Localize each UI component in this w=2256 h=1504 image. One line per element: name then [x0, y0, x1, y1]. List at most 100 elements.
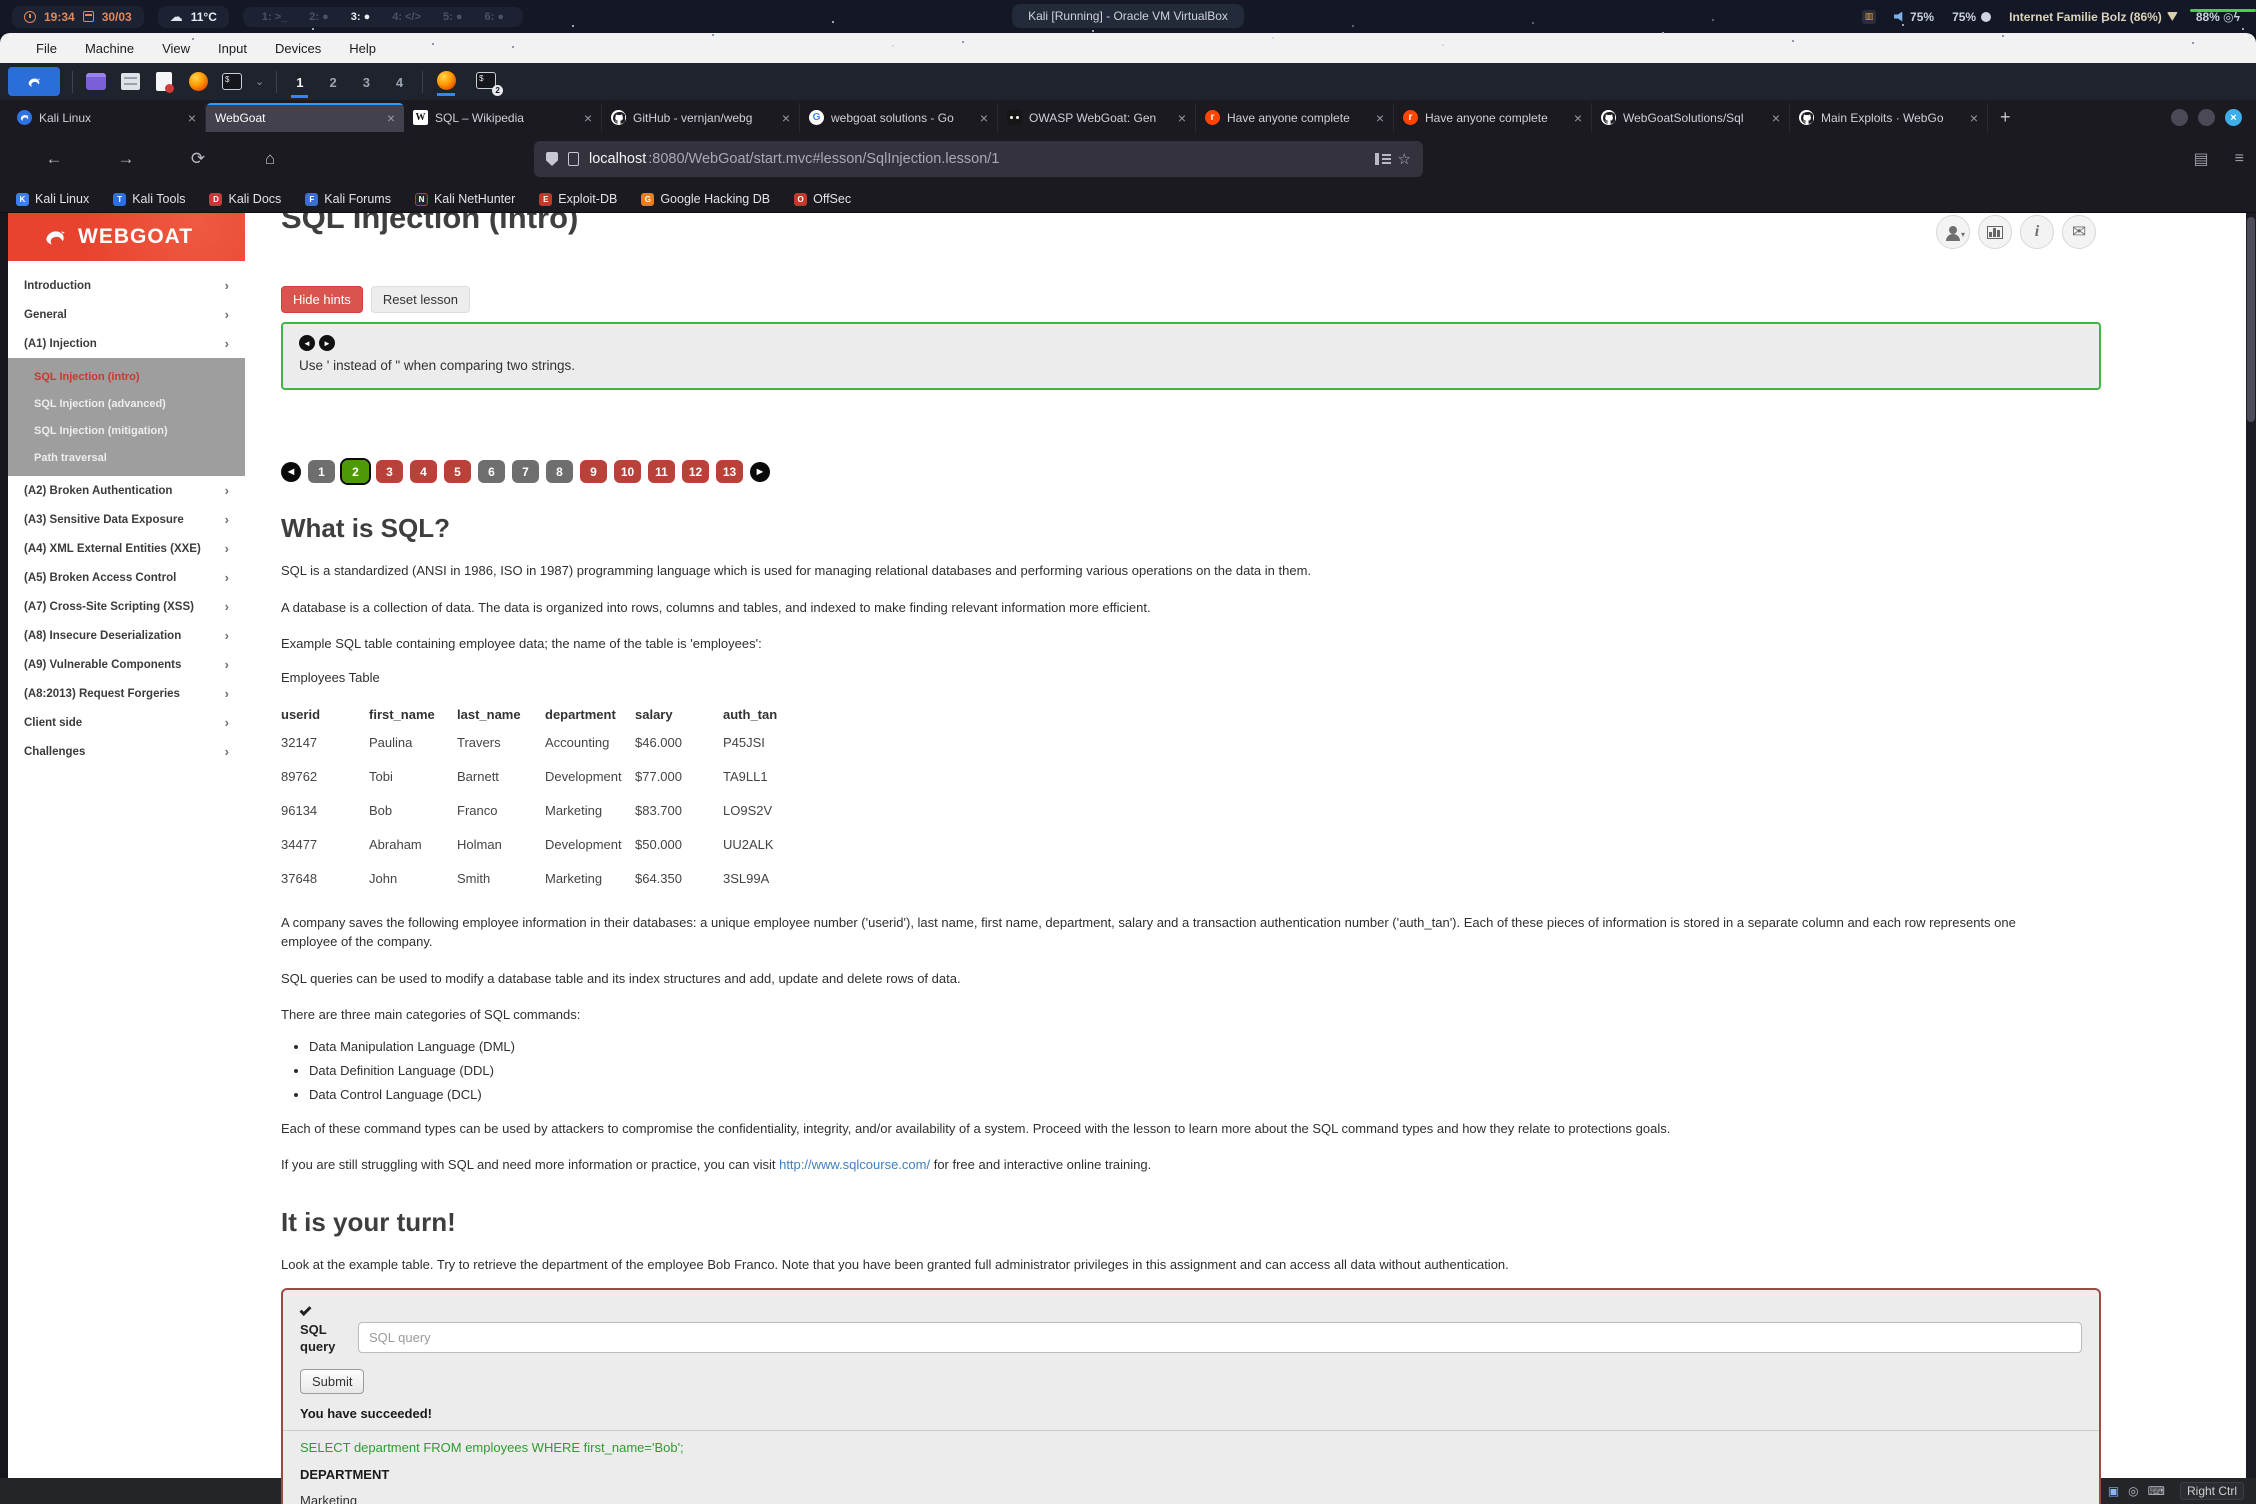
page-button-6[interactable]: 6: [478, 460, 505, 483]
menu-devices[interactable]: Devices: [275, 41, 321, 56]
page-button-10[interactable]: 10: [614, 460, 641, 483]
sidebar-item-introduction[interactable]: Introduction›: [8, 271, 245, 300]
menu-input[interactable]: Input: [218, 41, 247, 56]
tab-github-vernjan[interactable]: GitHub - vernjan/webg ×: [602, 103, 800, 132]
tab-close-icon[interactable]: ×: [584, 110, 592, 126]
sidebar-item-a4-xxe[interactable]: (A4) XML External Entities (XXE)›: [8, 534, 245, 563]
menu-machine[interactable]: Machine: [85, 41, 134, 56]
tab-close-icon[interactable]: ×: [1376, 110, 1384, 126]
tab-github-webgoatsolutions[interactable]: WebGoatSolutions/Sql ×: [1592, 103, 1790, 132]
launcher-document-icon[interactable]: [153, 72, 175, 92]
vm-workspace-2[interactable]: 2: [322, 69, 343, 94]
user-menu-button[interactable]: ▾: [1936, 215, 1970, 249]
kali-applications-button[interactable]: [8, 67, 60, 96]
page-button-2-current[interactable]: 2: [342, 460, 369, 483]
menu-view[interactable]: View: [162, 41, 190, 56]
bookmark-star-icon[interactable]: ☆: [1398, 150, 1411, 168]
tab-kali-linux[interactable]: Kali Linux ×: [8, 103, 206, 132]
minimize-button[interactable]: [2171, 109, 2188, 126]
sidebar-item-general[interactable]: General›: [8, 300, 245, 329]
tab-close-icon[interactable]: ×: [1574, 110, 1582, 126]
forward-button[interactable]: →: [112, 145, 140, 173]
tab-close-icon[interactable]: ×: [1772, 110, 1780, 126]
submenu-path-traversal[interactable]: Path traversal: [8, 444, 245, 471]
submit-button[interactable]: Submit: [300, 1369, 364, 1394]
tab-github-main-exploits[interactable]: Main Exploits · WebGo ×: [1790, 103, 1988, 132]
menu-hamburger-icon[interactable]: ≡: [2235, 150, 2244, 168]
sidebar-item-a1-injection[interactable]: (A1) Injection›: [8, 329, 245, 358]
vm-workspace-3[interactable]: 3: [356, 69, 377, 94]
tab-reddit-1[interactable]: r Have anyone complete ×: [1196, 103, 1394, 132]
new-tab-button[interactable]: +: [1988, 107, 2023, 128]
taskbar-terminal-window[interactable]: $2: [475, 72, 497, 92]
contact-button[interactable]: ✉: [2062, 215, 2096, 249]
tab-close-icon[interactable]: ×: [782, 110, 790, 126]
page-button-12[interactable]: 12: [682, 460, 709, 483]
tab-close-icon[interactable]: ×: [980, 110, 988, 126]
next-page-icon[interactable]: ►: [750, 462, 770, 482]
previous-page-icon[interactable]: ◄: [281, 462, 301, 482]
tab-reddit-2[interactable]: r Have anyone complete ×: [1394, 103, 1592, 132]
launcher-firefox-icon[interactable]: [187, 72, 209, 92]
sqlcourse-link[interactable]: http://www.sqlcourse.com/: [779, 1157, 930, 1172]
sidebar-item-a2-broken-authentication[interactable]: (A2) Broken Authentication›: [8, 476, 245, 505]
page-button-11[interactable]: 11: [648, 460, 675, 483]
maximize-button[interactable]: [2198, 109, 2215, 126]
site-info-icon[interactable]: [568, 152, 579, 166]
sidebar-item-client-side[interactable]: Client side›: [8, 708, 245, 737]
sidebar-item-a82013-request-forgeries[interactable]: (A8:2013) Request Forgeries›: [8, 679, 245, 708]
sidebar-item-a8-insecure-deserialization[interactable]: (A8) Insecure Deserialization›: [8, 621, 245, 650]
launcher-files-icon[interactable]: [119, 72, 141, 92]
tab-close-icon[interactable]: ×: [188, 110, 196, 126]
tracking-protection-shield-icon[interactable]: [546, 152, 558, 166]
host-workspace-5[interactable]: 5: ●: [436, 11, 469, 23]
page-button-5[interactable]: 5: [444, 460, 471, 483]
host-workspace-1[interactable]: 1: >_: [255, 11, 294, 23]
back-button[interactable]: ←: [40, 145, 68, 173]
page-button-1[interactable]: 1: [308, 460, 335, 483]
tab-webgoat-active[interactable]: WebGoat ×: [206, 103, 404, 132]
vm-workspace-1[interactable]: 1: [289, 69, 310, 94]
bookmark-google-hacking-db[interactable]: GGoogle Hacking DB: [641, 192, 770, 206]
page-button-7[interactable]: 7: [512, 460, 539, 483]
bookmark-kali-tools[interactable]: TKali Tools: [113, 192, 185, 206]
tab-close-icon[interactable]: ×: [1178, 110, 1186, 126]
sidebar-item-challenges[interactable]: Challenges›: [8, 737, 245, 766]
next-hint-icon[interactable]: ►: [319, 335, 335, 351]
bookmark-kali-nethunter[interactable]: NKali NetHunter: [415, 192, 515, 206]
host-workspace-4[interactable]: 4: </>: [385, 11, 428, 23]
page-button-9[interactable]: 9: [580, 460, 607, 483]
about-button[interactable]: i: [2020, 215, 2054, 249]
reset-lesson-button[interactable]: Reset lesson: [371, 286, 470, 313]
library-icon[interactable]: ▤: [2194, 149, 2209, 169]
tab-owasp-webgoat[interactable]: OWASP WebGoat: Gen ×: [998, 103, 1196, 132]
home-button[interactable]: ⌂: [256, 145, 284, 173]
host-workspace-3-active[interactable]: 3: ●: [344, 11, 377, 23]
page-scrollbar[interactable]: [2246, 213, 2256, 1478]
submenu-sql-injection-advanced[interactable]: SQL Injection (advanced): [8, 390, 245, 417]
host-workspace-2[interactable]: 2: ●: [302, 11, 335, 23]
page-button-3[interactable]: 3: [376, 460, 403, 483]
menu-help[interactable]: Help: [349, 41, 376, 56]
sidebar-item-a9-vulnerable-components[interactable]: (A9) Vulnerable Components›: [8, 650, 245, 679]
reload-button[interactable]: ⟳: [184, 145, 212, 173]
sidebar-item-a3-sensitive-data-exposure[interactable]: (A3) Sensitive Data Exposure›: [8, 505, 245, 534]
tab-sql-wikipedia[interactable]: W SQL – Wikipedia ×: [404, 103, 602, 132]
page-button-13[interactable]: 13: [716, 460, 743, 483]
reader-mode-icon[interactable]: [1375, 153, 1388, 165]
launcher-dropdown-chevron-icon[interactable]: ⌄: [255, 75, 264, 88]
bookmark-kali-docs[interactable]: DKali Docs: [209, 192, 281, 206]
taskbar-firefox-window[interactable]: [435, 72, 457, 92]
bookmark-offsec[interactable]: OOffSec: [794, 192, 851, 206]
page-button-4[interactable]: 4: [410, 460, 437, 483]
launcher-terminal-icon[interactable]: $: [221, 72, 243, 92]
hide-hints-button[interactable]: Hide hints: [281, 286, 363, 313]
sidebar-item-a5-broken-access-control[interactable]: (A5) Broken Access Control›: [8, 563, 245, 592]
close-button[interactable]: ×: [2225, 109, 2242, 126]
submenu-sql-injection-mitigation[interactable]: SQL Injection (mitigation): [8, 417, 245, 444]
sql-query-input[interactable]: [358, 1322, 2082, 1353]
tab-close-icon[interactable]: ×: [387, 110, 395, 126]
scrollbar-thumb[interactable]: [2247, 217, 2255, 422]
page-button-8[interactable]: 8: [546, 460, 573, 483]
vm-workspace-4[interactable]: 4: [389, 69, 410, 94]
